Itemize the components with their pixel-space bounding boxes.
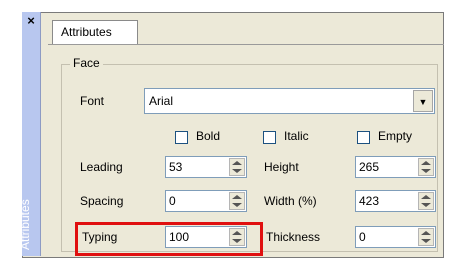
spinner-arrows-icon[interactable] <box>229 158 245 176</box>
width-field[interactable]: 423 <box>355 190 436 212</box>
leading-value: 53 <box>169 160 183 174</box>
chevron-down-icon[interactable]: ▼ <box>413 90 433 112</box>
thickness-value: 0 <box>359 230 366 244</box>
width-label: Width (%) <box>264 194 317 208</box>
height-value: 265 <box>359 160 380 174</box>
bold-label: Bold <box>196 129 221 143</box>
spacing-value: 0 <box>169 194 176 208</box>
tab-attributes[interactable]: Attributes <box>52 20 138 44</box>
thickness-label: Thickness <box>266 230 321 244</box>
spinner-arrows-icon[interactable] <box>229 192 245 210</box>
spinner-arrows-icon[interactable] <box>418 228 434 246</box>
height-field[interactable]: 265 <box>355 156 436 178</box>
height-label: Height <box>264 160 299 174</box>
spinner-arrows-icon[interactable] <box>418 158 434 176</box>
dock-title: Attributes <box>18 199 32 250</box>
thickness-field[interactable]: 0 <box>355 226 436 248</box>
empty-checkbox[interactable] <box>357 131 370 144</box>
leading-field[interactable]: 53 <box>165 156 247 178</box>
bold-checkbox[interactable] <box>175 131 188 144</box>
italic-label: Italic <box>284 129 309 143</box>
dock-bar: × Attributes <box>18 12 41 256</box>
spacing-field[interactable]: 0 <box>165 190 247 212</box>
typing-highlight-box <box>75 222 263 256</box>
empty-label: Empty <box>378 129 413 143</box>
font-value: Arial <box>149 94 174 108</box>
font-dropdown[interactable]: Arial ▼ <box>144 88 435 114</box>
italic-checkbox[interactable] <box>263 131 276 144</box>
font-label: Font <box>80 94 105 108</box>
spacing-label: Spacing <box>80 194 124 208</box>
leading-label: Leading <box>80 160 123 174</box>
face-group-title: Face <box>70 56 103 70</box>
spinner-arrows-icon[interactable] <box>418 192 434 210</box>
close-icon[interactable]: × <box>24 14 38 28</box>
width-value: 423 <box>359 194 380 208</box>
